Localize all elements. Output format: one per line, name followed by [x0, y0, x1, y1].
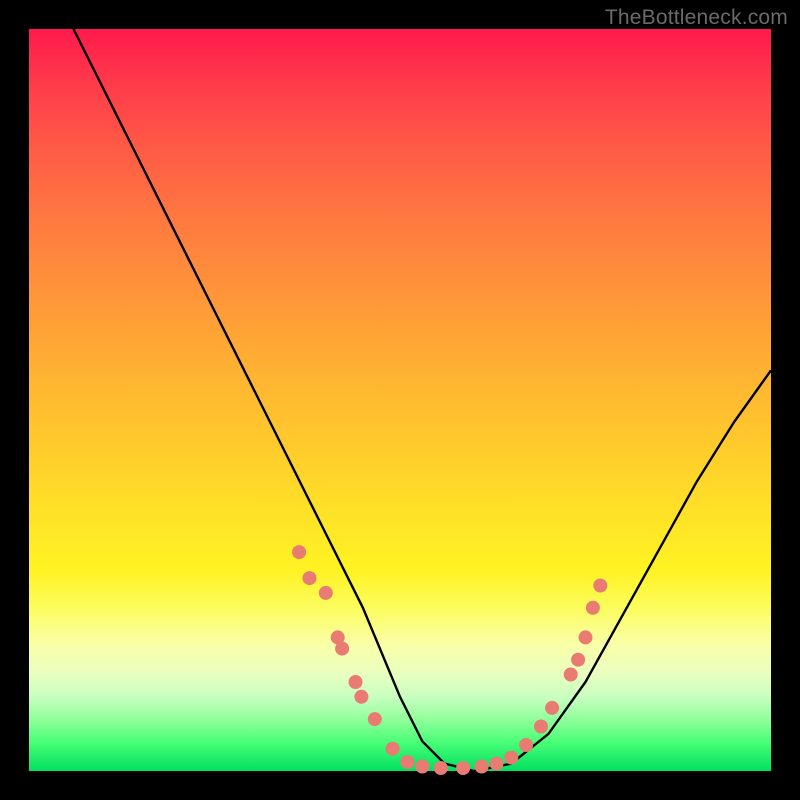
- highlight-dot: [534, 720, 548, 734]
- highlight-dot: [335, 642, 349, 656]
- highlight-dot: [292, 545, 306, 559]
- highlight-dot: [386, 742, 400, 756]
- highlight-dot: [564, 668, 578, 682]
- highlight-dot: [490, 757, 504, 771]
- highlight-dot: [545, 701, 559, 715]
- highlight-dot: [456, 761, 470, 775]
- highlight-dot: [579, 630, 593, 644]
- watermark-text: TheBottleneck.com: [605, 6, 788, 30]
- highlight-dot: [415, 760, 429, 774]
- highlight-dot: [400, 755, 414, 769]
- highlight-dot: [354, 690, 368, 704]
- highlight-dot: [571, 653, 585, 667]
- highlight-dot: [349, 675, 363, 689]
- highlight-dot: [504, 751, 518, 765]
- highlight-dot: [319, 586, 333, 600]
- highlight-dot: [593, 579, 607, 593]
- highlight-dot: [368, 712, 382, 726]
- bottleneck-curve-line: [74, 29, 772, 771]
- highlight-dots-group: [292, 545, 607, 775]
- highlight-dot: [303, 571, 317, 585]
- chart-svg: [29, 29, 771, 771]
- highlight-dot: [475, 760, 489, 774]
- highlight-dot: [519, 738, 533, 752]
- highlight-dot: [586, 601, 600, 615]
- chart-plot-area: [29, 29, 771, 771]
- highlight-dot: [434, 761, 448, 775]
